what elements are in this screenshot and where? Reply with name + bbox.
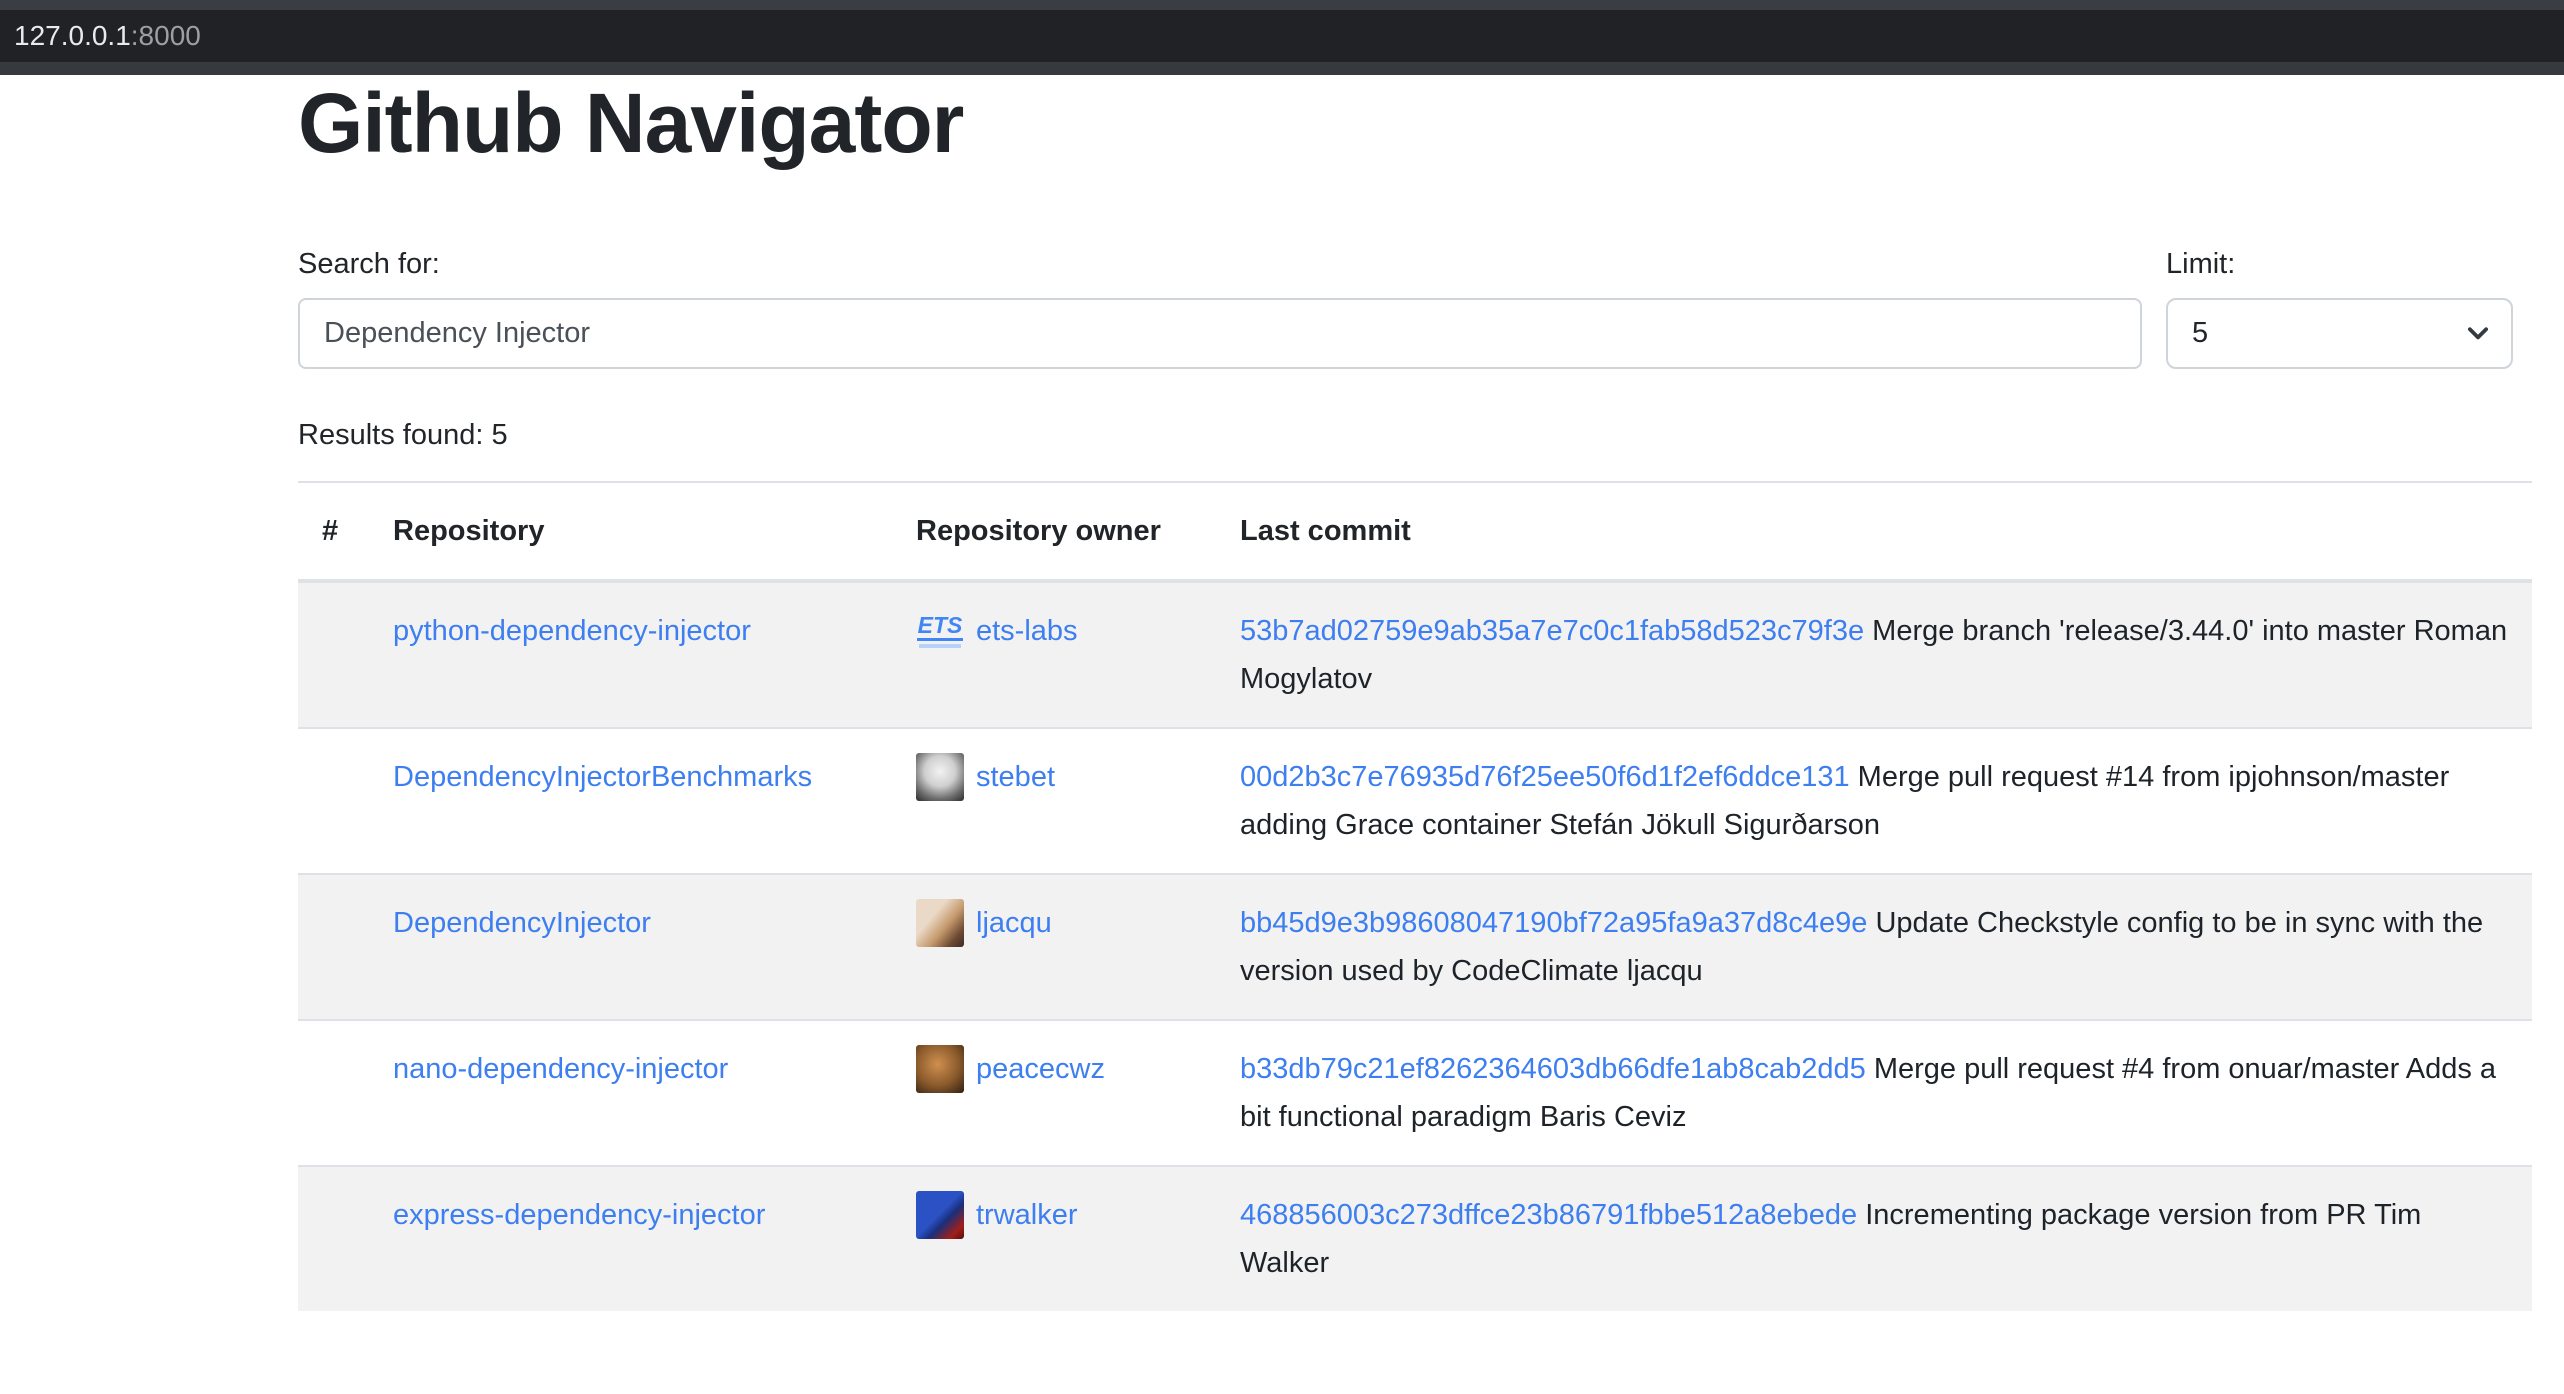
commit-hash-link[interactable]: bb45d9e3b98608047190bf72a95fa9a37d8c4e9e <box>1240 907 1867 939</box>
browser-tab-strip <box>0 0 2564 10</box>
table-row: express-dependency-injector trwalker 468… <box>298 1166 2532 1311</box>
repository-link[interactable]: DependencyInjector <box>393 907 651 939</box>
commit-message: Incrementing package version from PR <box>1865 1199 2366 1231</box>
row-index <box>298 874 369 1020</box>
commit-hash-link[interactable]: 00d2b3c7e76935d76f25ee50f6d1f2ef6ddce131 <box>1240 761 1850 793</box>
limit-select[interactable]: 5 <box>2166 298 2513 369</box>
table-row: DependencyInjectorBenchmarks stebet 00d2… <box>298 728 2532 874</box>
search-field-group: Search for: <box>298 242 2142 369</box>
limit-selected-value: 5 <box>2192 317 2208 350</box>
row-index <box>298 1020 369 1166</box>
table-header-row: # Repository Repository owner Last commi… <box>298 482 2532 581</box>
owner-link[interactable]: stebet <box>976 753 1055 801</box>
owner-link[interactable]: ets-labs <box>976 607 1078 655</box>
browser-chrome-divider <box>0 62 2564 75</box>
row-index <box>298 728 369 874</box>
ets-logo-text: ETS <box>917 613 964 641</box>
column-header-commit: Last commit <box>1216 482 2532 581</box>
owner-avatar <box>916 1191 964 1239</box>
repository-link[interactable]: nano-dependency-injector <box>393 1053 728 1085</box>
column-header-index: # <box>298 482 369 581</box>
search-input[interactable] <box>298 298 2142 369</box>
owner-avatar <box>916 753 964 801</box>
owner-link[interactable]: ljacqu <box>976 899 1052 947</box>
search-form: Search for: Limit: 5 <box>298 242 2513 369</box>
table-row: nano-dependency-injector peacecwz b33db7… <box>298 1020 2532 1166</box>
committer-name: Baris Ceviz <box>1540 1101 1687 1133</box>
commit-hash-link[interactable]: 468856003c273dffce23b86791fbbe512a8ebede <box>1240 1199 1857 1231</box>
search-label: Search for: <box>298 242 2142 286</box>
row-index <box>298 1166 369 1311</box>
repository-link[interactable]: express-dependency-injector <box>393 1199 765 1231</box>
owner-avatar: ETS <box>916 607 964 655</box>
table-row: python-dependency-injector ETS ets-labs … <box>298 581 2532 728</box>
results-table: # Repository Repository owner Last commi… <box>298 481 2532 1311</box>
commit-message: Merge branch 'release/3.44.0' into maste… <box>1872 615 2405 647</box>
column-header-owner: Repository owner <box>892 482 1216 581</box>
browser-chrome: 127.0.0.1:8000 <box>0 0 2564 75</box>
owner-avatar <box>916 1045 964 1093</box>
chevron-down-icon <box>2463 318 2493 348</box>
table-row: DependencyInjector ljacqu bb45d9e3b98608… <box>298 874 2532 1020</box>
commit-hash-link[interactable]: b33db79c21ef8262364603db66dfe1ab8cab2dd5 <box>1240 1053 1866 1085</box>
url-port: :8000 <box>131 20 201 52</box>
committer-name: ljacqu <box>1627 955 1703 987</box>
repository-link[interactable]: DependencyInjectorBenchmarks <box>393 761 812 793</box>
owner-link[interactable]: trwalker <box>976 1191 1078 1239</box>
main-content: Github Navigator Search for: Limit: 5 Re… <box>298 75 2532 1311</box>
limit-field-group: Limit: 5 <box>2166 242 2513 369</box>
commit-hash-link[interactable]: 53b7ad02759e9ab35a7e7c0c1fab58d523c79f3e <box>1240 615 1864 647</box>
committer-name: Stefán Jökull Sigurðarson <box>1550 809 1880 841</box>
browser-url-bar[interactable]: 127.0.0.1:8000 <box>0 10 2564 62</box>
results-count: Results found: 5 <box>298 413 2532 457</box>
owner-link[interactable]: peacecwz <box>976 1045 1105 1093</box>
owner-avatar <box>916 899 964 947</box>
row-index <box>298 581 369 728</box>
url-host: 127.0.0.1 <box>14 20 131 52</box>
column-header-repository: Repository <box>369 482 892 581</box>
repository-link[interactable]: python-dependency-injector <box>393 615 751 647</box>
limit-label: Limit: <box>2166 242 2513 286</box>
page-title: Github Navigator <box>298 75 2532 172</box>
